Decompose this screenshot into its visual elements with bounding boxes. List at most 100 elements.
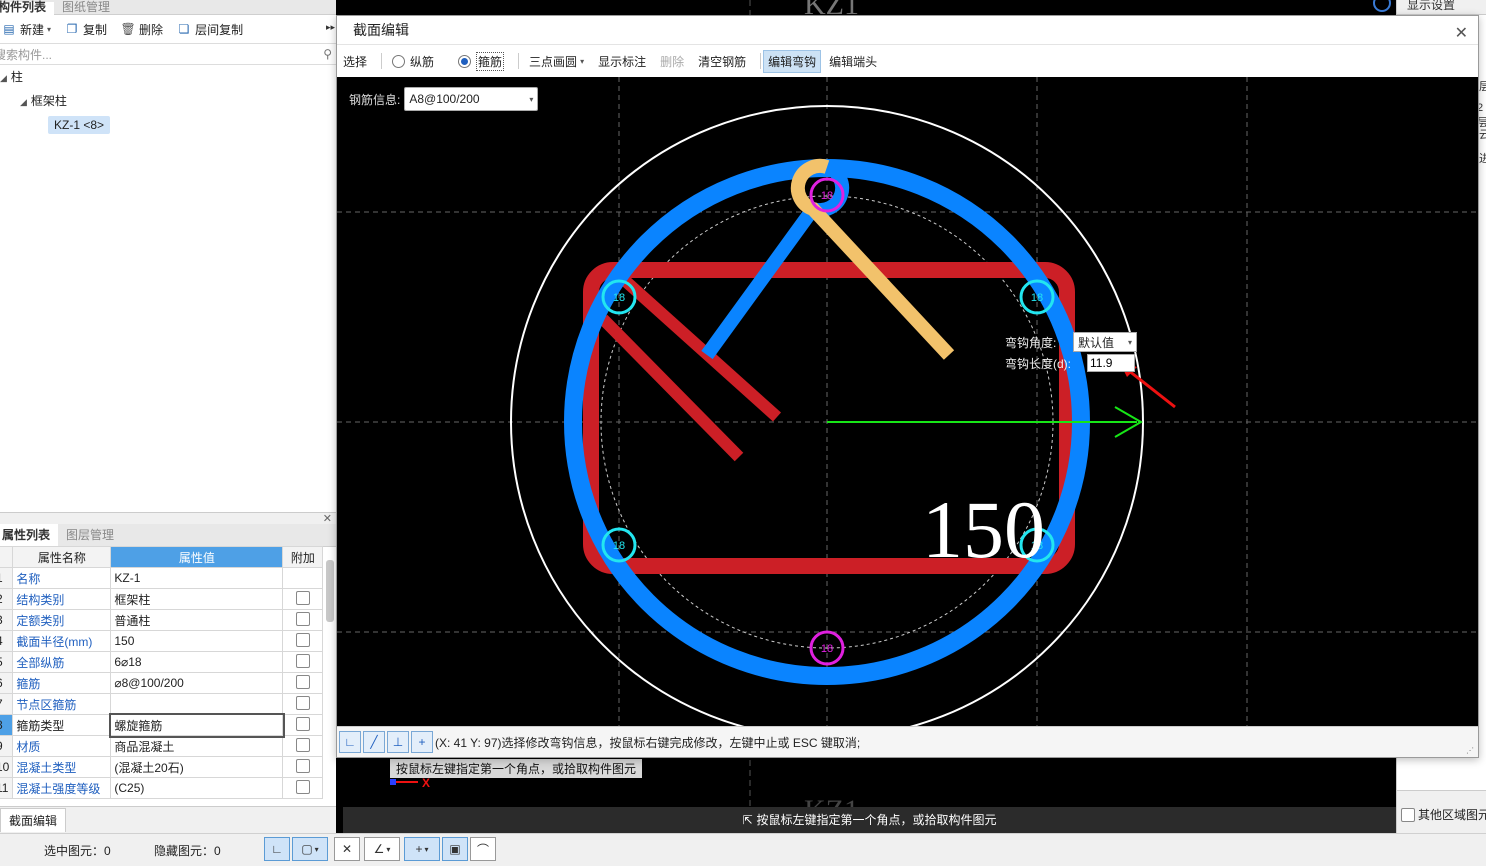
tab-drawing-management[interactable]: 图纸管理 — [54, 1, 118, 16]
tree-node-frame-column[interactable]: ◢ 框架柱 — [0, 89, 336, 113]
prop-extra — [282, 630, 324, 652]
ortho-icon[interactable]: ∟ — [339, 731, 361, 753]
tree-node-column[interactable]: ◢ 柱 — [0, 65, 336, 89]
bottom-status-bar: 选中图元：0 隐藏图元：0 ∟ ▢ ▾ ✕ ∠ ▾ + ▾ ▣ ⌒ — [0, 833, 1486, 866]
section-canvas[interactable]: 18 18 18 18 18 18 150 钢筋信息: A8@100/200 ▾ 弯钩角度… — [337, 77, 1478, 726]
prop-value[interactable] — [110, 693, 284, 715]
select-button[interactable]: 选择 — [343, 53, 367, 70]
resize-grip-icon[interactable]: ⋰ — [1466, 746, 1474, 755]
prop-value[interactable]: 商品混凝土 — [110, 735, 284, 757]
prop-value[interactable]: 普通柱 — [110, 609, 284, 631]
selected-label: 选中图元： — [44, 844, 105, 858]
prop-checkbox[interactable] — [295, 590, 310, 605]
section-edit-button[interactable]: 截面编辑 — [0, 808, 67, 832]
table-row[interactable]: 7节点区箍筋 — [0, 693, 324, 715]
table-row[interactable]: 3定额类别普通柱 — [0, 609, 324, 631]
edit-end-button[interactable]: 编辑端头 — [829, 53, 877, 70]
selected-count: 选中图元：0 — [44, 842, 111, 859]
rebar-info-select[interactable]: A8@100/200 ▾ — [404, 87, 539, 111]
curve-button[interactable]: ⌒ — [470, 837, 496, 861]
table-row[interactable]: 10混凝土类型(混凝土20石) — [0, 756, 324, 778]
tab-prop-list[interactable]: 属性列表 — [0, 524, 59, 546]
prop-value[interactable]: (C25) — [110, 777, 284, 799]
tab-component-list[interactable]: 构件列表 — [0, 1, 55, 16]
bar-label: 18 — [821, 190, 833, 202]
table-row[interactable]: 1名称KZ-1 — [0, 567, 324, 589]
table-row[interactable]: 11混凝土强度等级(C25) — [0, 777, 324, 799]
prop-scrollbar[interactable] — [326, 560, 334, 622]
tree-node-kz1[interactable]: KZ-1 <8> — [0, 113, 336, 137]
prop-header-num — [0, 546, 14, 568]
prop-header-value: 属性值 — [110, 546, 284, 568]
rebar-info-value: A8@100/200 — [409, 92, 480, 106]
search-input[interactable]: 搜索构件... — [0, 46, 52, 63]
prop-value[interactable]: 框架柱 — [110, 588, 284, 610]
hidden-value: 0 — [214, 844, 221, 858]
tree-node-kz1-label: KZ-1 <8> — [48, 116, 111, 134]
prop-checkbox[interactable] — [295, 758, 310, 773]
prop-checkbox[interactable] — [295, 632, 310, 647]
prop-checkbox[interactable] — [295, 695, 310, 710]
table-row[interactable]: 5全部纵筋6⌀18 — [0, 651, 324, 673]
table-row[interactable]: 8箍筋类型螺旋箍筋 — [0, 712, 324, 738]
snap-icon[interactable]: + — [411, 731, 433, 753]
prop-num: 2 — [0, 588, 14, 610]
prop-header-name: 属性名称 — [12, 546, 112, 568]
prop-num: 4 — [0, 630, 14, 652]
longitudinal-radio[interactable]: 纵筋 — [392, 53, 434, 70]
dialog-close-icon[interactable]: ✕ — [1455, 20, 1468, 48]
delete-rebar-button[interactable]: 删除 — [660, 53, 684, 70]
component-search[interactable]: 搜索构件... ⚲ — [0, 43, 336, 65]
prop-name: 名称 — [12, 567, 112, 589]
table-row[interactable]: 4截面半径(mm)150 — [0, 630, 324, 652]
hook-length-input[interactable] — [1087, 354, 1135, 372]
copy-button[interactable]: ❐ 复制 — [65, 21, 107, 38]
new-button[interactable]: ▤ 新建 ▾ — [2, 21, 51, 38]
prop-header-extra: 附加 — [282, 546, 324, 568]
table-row[interactable]: 6箍筋⌀8@100/200 — [0, 672, 324, 694]
prop-value[interactable]: 6⌀18 — [110, 651, 284, 673]
cross-select-button[interactable]: ✕ — [334, 837, 360, 861]
stirrup-radio[interactable]: 箍筋 — [458, 51, 505, 71]
clear-rebar-button[interactable]: 清空钢筋 — [698, 53, 746, 70]
table-row[interactable]: 9材质商品混凝土 — [0, 735, 324, 757]
hook-angle-select[interactable]: 默认值 ▾ — [1073, 332, 1137, 352]
section-drawing[interactable]: 1818 1818 1818 150 — [337, 77, 1478, 726]
display-mode-button[interactable]: ▣ — [442, 837, 468, 861]
prop-value[interactable]: 150 — [110, 630, 284, 652]
component-tabs: 构件列表 图纸管理 — [0, 0, 336, 16]
other-region-checkbox[interactable]: 其他区域图元 — [1401, 806, 1486, 823]
prop-checkbox[interactable] — [295, 653, 310, 668]
show-dims-button[interactable]: 显示标注 — [598, 53, 646, 70]
perpendicular-icon[interactable]: ⊥ — [387, 731, 409, 753]
copy-icon: ❐ — [66, 22, 78, 36]
prop-checkbox[interactable] — [295, 779, 310, 794]
prop-value[interactable]: (混凝土20石) — [110, 756, 284, 778]
other-region-check[interactable] — [1401, 807, 1415, 822]
hook-length-label: 弯钩长度(d): — [1005, 356, 1072, 371]
three-point-circle-button[interactable]: 三点画圆 ▾ — [529, 53, 584, 70]
prop-extra — [282, 651, 324, 673]
display-settings-button[interactable]: 显示设置 — [1373, 0, 1486, 15]
prop-checkbox[interactable] — [295, 674, 310, 689]
table-row[interactable]: 2结构类别框架柱 — [0, 588, 324, 610]
collapse-arrows-icon[interactable]: ▸▸ — [326, 22, 335, 33]
prop-extra — [282, 609, 324, 631]
floor-copy-button[interactable]: ❏ 层间复制 — [177, 21, 243, 38]
delete-button[interactable]: 🗑 删除 — [120, 21, 163, 38]
prop-value[interactable]: ⌀8@100/200 — [110, 672, 284, 694]
line-icon[interactable]: ╱ — [363, 731, 385, 753]
ortho-mode-button[interactable]: ∟ — [264, 837, 290, 861]
edit-hook-button[interactable]: 编辑弯钩 — [763, 49, 822, 73]
prop-value[interactable]: 螺旋箍筋 — [108, 712, 285, 738]
snap-mode-button[interactable]: + ▾ — [404, 837, 440, 861]
prop-checkbox[interactable] — [295, 716, 310, 731]
select-mode-button[interactable]: ▢ ▾ — [292, 837, 328, 861]
prop-checkbox[interactable] — [295, 737, 310, 752]
dialog-toolbar: 选择 纵筋 箍筋 三点画圆 ▾ 显示标注 删除 清空钢筋 编辑弯钩 编辑端头 — [337, 45, 1478, 77]
angle-button[interactable]: ∠ ▾ — [364, 837, 400, 861]
prop-checkbox[interactable] — [295, 611, 310, 626]
tab-layer-management[interactable]: 图层管理 — [58, 524, 122, 546]
axis-x-label: X — [422, 776, 431, 790]
prop-value[interactable]: KZ-1 — [110, 567, 284, 589]
